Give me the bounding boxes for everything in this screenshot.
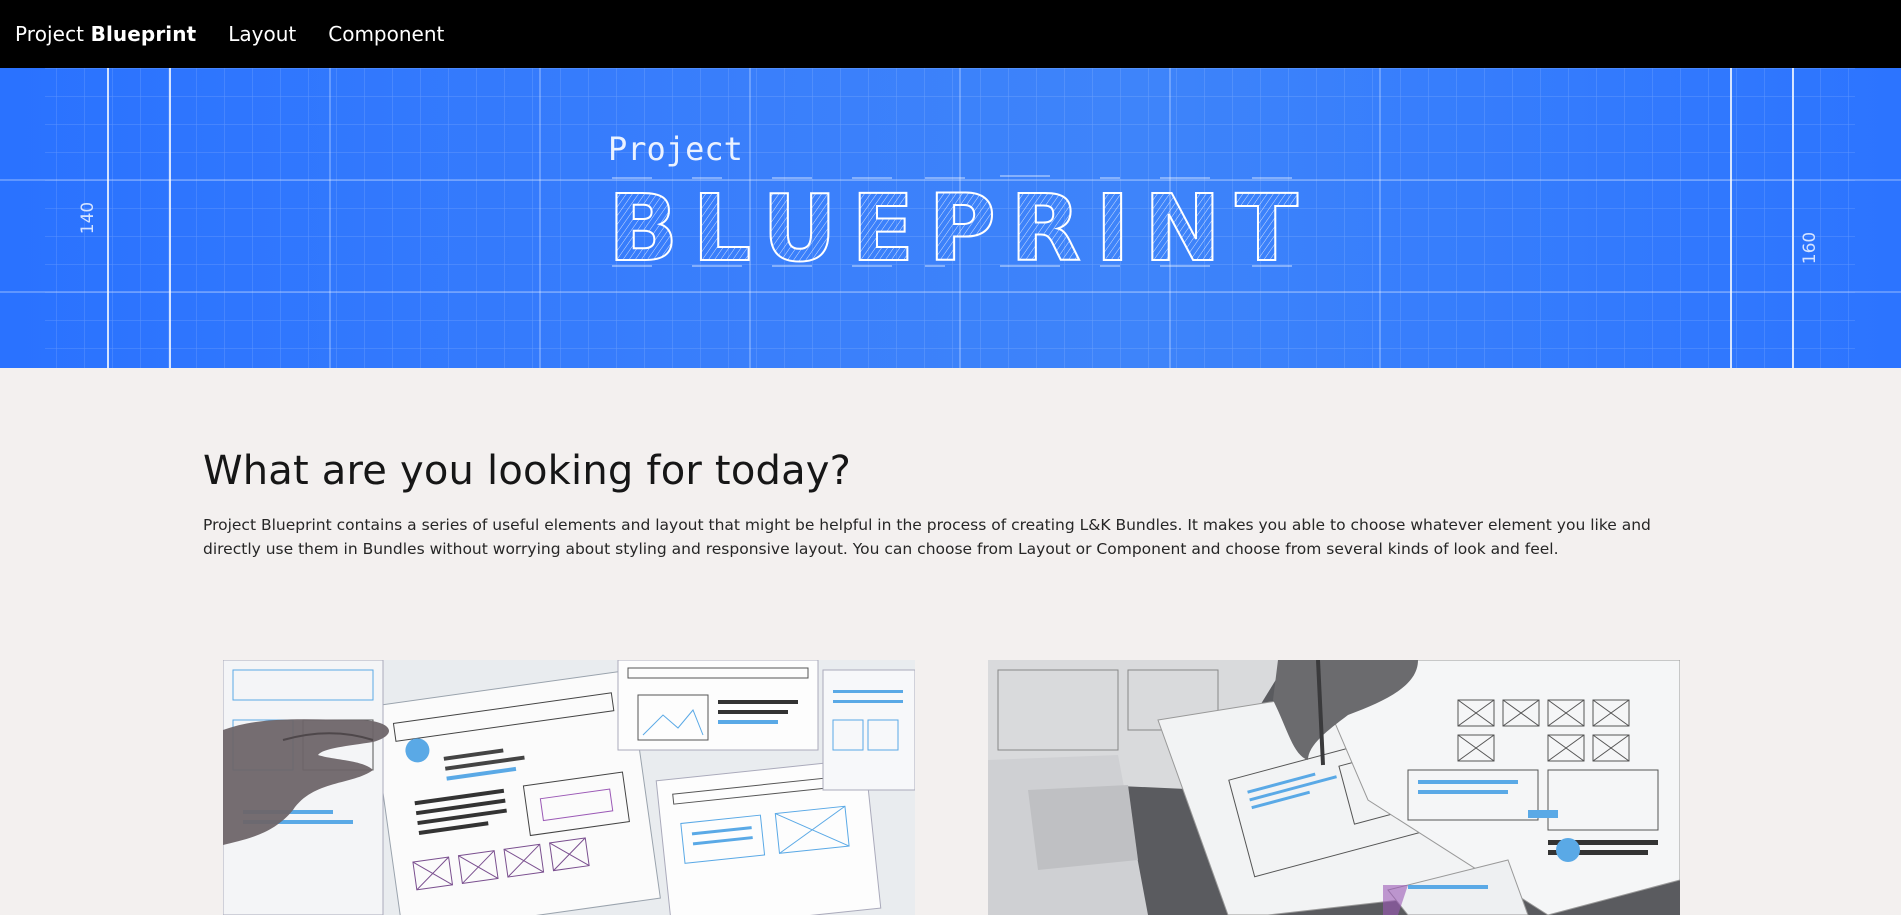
blueprint-grid: 140 160 Project BLUEPRINT — [0, 68, 1901, 368]
wireframe-sketch-image-right — [988, 660, 1680, 915]
hero-small-word: Project — [608, 130, 743, 168]
hero-banner: 140 160 Project BLUEPRINT — [0, 68, 1901, 368]
layout-card-image[interactable] — [223, 660, 915, 915]
right-dimension-label: 160 — [1800, 232, 1820, 264]
wireframe-sketch-image-left — [223, 660, 915, 915]
brand-logo[interactable]: Project Blueprint — [15, 22, 196, 46]
brand-prefix: Project — [15, 22, 85, 46]
brand-bold: Blueprint — [90, 22, 197, 46]
page-headline: What are you looking for today? — [203, 448, 852, 494]
left-dimension-label: 140 — [78, 202, 98, 234]
top-navbar: Project Blueprint Layout Component — [0, 0, 1901, 68]
nav-link-layout[interactable]: Layout — [228, 22, 296, 46]
intro-paragraph: Project Blueprint contains a series of u… — [203, 516, 1651, 558]
component-card-image[interactable] — [988, 660, 1680, 915]
nav-link-component[interactable]: Component — [328, 22, 444, 46]
